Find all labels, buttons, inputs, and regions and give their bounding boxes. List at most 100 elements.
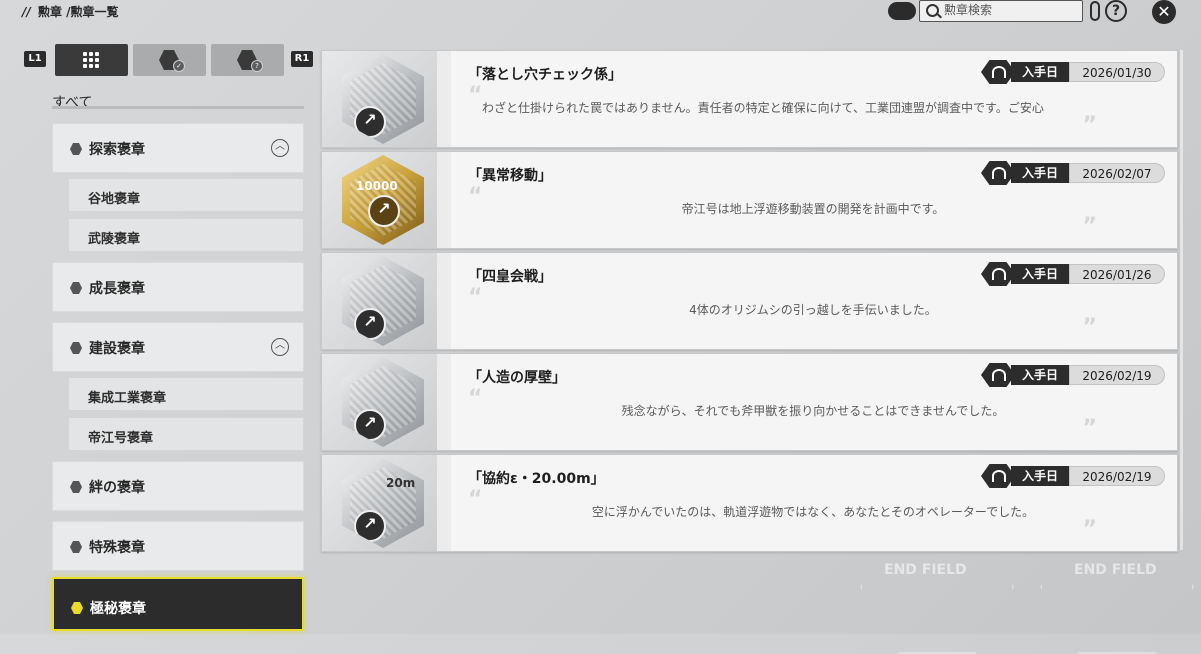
- help-button[interactable]: ?: [1105, 0, 1127, 22]
- category-label: 絆の褒章: [89, 480, 145, 496]
- subcategory-label: 集成工業褒章: [88, 391, 167, 406]
- question-badge-icon: ?: [251, 60, 263, 72]
- medal-image: 10000: [342, 155, 424, 245]
- category-label: 成長褒章: [89, 281, 145, 297]
- search-input[interactable]: [944, 1, 1076, 19]
- category-label: 探索褒章: [89, 142, 145, 158]
- medal-thumbnail: 20m: [322, 455, 451, 551]
- check-badge-icon: ✓: [173, 60, 185, 72]
- medal-thumbnail: 10000: [322, 152, 451, 248]
- medal-card[interactable]: 「落とし穴チェック係」 “ わざと仕掛けられた罠ではありません。責任者の特定と確…: [321, 50, 1178, 148]
- map-pin-icon: [70, 143, 82, 155]
- signal-icon: [981, 363, 1015, 387]
- medal-title: 「落とし穴チェック係」: [468, 67, 622, 83]
- quote-close-icon: ”: [1082, 214, 1097, 239]
- gamepad-icon: [888, 2, 916, 20]
- collapse-icon[interactable]: ︿: [271, 139, 289, 157]
- medal-thumbnail: [322, 253, 451, 349]
- medal-card[interactable]: 10000 「異常移動」 “ 帝江号は地上浮遊移動装置の開発を計画中です。 ” …: [321, 151, 1178, 249]
- breadcrumb-separator: //: [22, 5, 31, 19]
- signal-icon: [981, 60, 1015, 84]
- category-special[interactable]: 特殊褒章: [52, 521, 304, 571]
- shield-icon: [70, 541, 82, 553]
- watermark-logo: END FIELD: [884, 562, 967, 578]
- medal-card[interactable]: 「人造の厚壁」 “ 残念ながら、それでも斧甲獣を振り向かせることはできませんでし…: [321, 353, 1178, 451]
- medal-title: 「協約ε・20.00m」: [468, 471, 605, 487]
- medal-description: 空に浮かんでいたのは、軌道浮遊物ではなく、あなたとそのオペレーターでした。: [591, 505, 1035, 519]
- puzzle-icon: [70, 481, 82, 493]
- medal-image: [342, 54, 424, 144]
- medal-title: 「四皇会戦」: [468, 269, 552, 285]
- scrollbar[interactable]: [1180, 50, 1183, 550]
- category-label: 建設褒章: [89, 341, 145, 357]
- acquired-date-badge: 入手日 2026/02/19: [981, 464, 1169, 488]
- subcategory-wuling[interactable]: 武陵褒章: [68, 218, 304, 252]
- medal-emblem-icon: [354, 308, 386, 340]
- medal-description: 帝江号は地上浮遊移動装置の開発を計画中です。: [681, 202, 945, 216]
- signal-icon: [981, 161, 1015, 185]
- tab-unobtained-medals[interactable]: ?: [211, 44, 284, 76]
- acquired-date-badge: 入手日 2026/02/07: [981, 161, 1169, 185]
- quote-close-icon: ”: [1082, 315, 1097, 340]
- acquired-date-badge: 入手日 2026/02/19: [981, 363, 1169, 387]
- medal-card[interactable]: 「四皇会戦」 “ 4体のオリジムシの引っ越しを手伝いました。 ” 入手日 202…: [321, 252, 1178, 350]
- subcategory-label: 帝江号褒章: [88, 431, 154, 446]
- medal-image: [342, 357, 424, 447]
- acquired-label: 入手日: [1011, 365, 1069, 385]
- secret-icon: [71, 602, 83, 614]
- subcategory-label: 谷地褒章: [88, 192, 141, 207]
- cube-icon: [70, 342, 82, 354]
- medal-image: 20m: [342, 458, 424, 548]
- acquired-date-badge: 入手日 2026/01/26: [981, 262, 1169, 286]
- medal-description: 残念ながら、それでも斧甲獣を振り向かせることはできませんでした。: [621, 404, 1005, 418]
- category-construction[interactable]: 建設褒章 ︿: [52, 322, 304, 372]
- acquired-date: 2026/02/19: [1069, 365, 1165, 385]
- category-secret[interactable]: 極秘褒章: [52, 577, 304, 631]
- signal-icon: [981, 262, 1015, 286]
- medal-emblem-icon: [368, 195, 400, 227]
- medal-emblem-icon: [354, 106, 386, 138]
- top-bar: // 勲章 /勲章一覧 ? ✕: [0, 0, 1201, 26]
- medal-card[interactable]: 20m 「協約ε・20.00m」 “ 空に浮かんでいたのは、軌道浮遊物ではなく、…: [321, 454, 1178, 552]
- category-bond[interactable]: 絆の褒章: [52, 461, 304, 511]
- medal-text: 10000: [356, 179, 398, 193]
- medal-thumbnail: [322, 51, 451, 147]
- subcategory-integrated-industry[interactable]: 集成工業褒章: [68, 377, 304, 411]
- acquired-label: 入手日: [1011, 62, 1069, 82]
- acquired-date: 2026/02/07: [1069, 163, 1165, 183]
- medal-emblem-icon: [354, 510, 386, 542]
- close-button[interactable]: ✕: [1152, 0, 1176, 24]
- signal-icon: [981, 464, 1015, 488]
- acquired-date-badge: 入手日 2026/01/30: [981, 60, 1169, 84]
- grid-icon: [82, 51, 100, 69]
- medal-image: [342, 256, 424, 346]
- category-growth[interactable]: 成長褒章: [52, 262, 304, 312]
- subcategory-label: 武陵褒章: [88, 232, 141, 247]
- quote-open-icon: “: [468, 83, 483, 108]
- tab-obtained-medals[interactable]: ✓: [133, 44, 206, 76]
- collapse-icon[interactable]: ︿: [271, 338, 289, 356]
- medal-emblem-icon: [354, 409, 386, 441]
- subcategory-dijiang[interactable]: 帝江号褒章: [68, 417, 304, 451]
- acquired-date: 2026/01/30: [1069, 62, 1165, 82]
- tab-all-medals[interactable]: [55, 44, 128, 76]
- medal-title: 「異常移動」: [468, 168, 552, 184]
- medal-thumbnail: [322, 354, 451, 450]
- search-icon: [926, 4, 939, 17]
- medal-description: わざと仕掛けられた罠ではありません。責任者の特定と確保に向けて、工業団連盟が調査…: [482, 101, 1044, 115]
- search-box[interactable]: [919, 0, 1083, 22]
- quote-close-icon: ”: [1082, 517, 1097, 542]
- acquired-date: 2026/01/26: [1069, 264, 1165, 284]
- breadcrumb-path: 勲章 /勲章一覧: [37, 5, 119, 19]
- right-stick-icon: [1090, 1, 1100, 21]
- category-exploration[interactable]: 探索褒章 ︿: [52, 123, 304, 173]
- r1-bumper-hint: R1: [291, 51, 313, 67]
- medal-title: 「人造の厚壁」: [468, 370, 566, 386]
- watermark-logo: END FIELD: [1074, 562, 1157, 578]
- quote-close-icon: ”: [1082, 416, 1097, 441]
- acquired-date: 2026/02/19: [1069, 466, 1165, 486]
- breadcrumb: // 勲章 /勲章一覧: [22, 3, 119, 20]
- growth-icon: [70, 282, 82, 294]
- subcategory-valley[interactable]: 谷地褒章: [68, 178, 304, 212]
- category-all[interactable]: すべて: [52, 92, 92, 112]
